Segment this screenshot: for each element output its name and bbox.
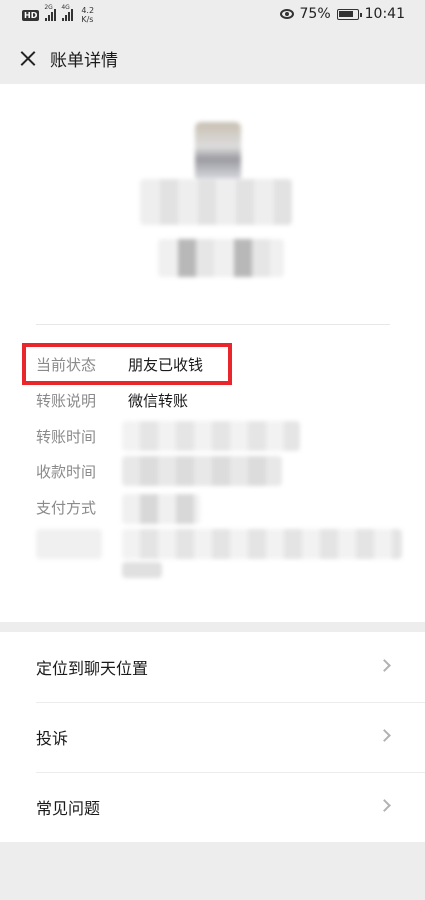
extra-label-blurred [36, 529, 102, 559]
detail-label: 收款时间 [36, 462, 97, 481]
signal-tag: 4G [61, 4, 70, 11]
divider [36, 324, 390, 325]
clock: 10:41 [364, 6, 405, 22]
status-bar: HD 2G 4G 4.2 K/s 75% 10:41 [0, 0, 425, 32]
battery-percent: 75% [299, 6, 331, 22]
transfer-time-blurred [122, 421, 300, 451]
action-label: 投诉 [36, 729, 69, 748]
detail-label: 支付方式 [36, 498, 97, 517]
signal-tag: 2G [44, 4, 53, 11]
battery-icon [336, 8, 362, 20]
close-icon[interactable] [6, 36, 50, 80]
receive-time-blurred [122, 456, 282, 486]
detail-value: 微信转账 [128, 391, 189, 410]
locate-in-chat-button[interactable]: 定位到聊天位置 [0, 632, 425, 702]
payment-method-blurred [122, 494, 200, 524]
signal-2g-icon: 2G [44, 4, 57, 21]
complaint-button[interactable]: 投诉 [0, 702, 425, 772]
transfer-summary-card: 当前状态 朋友已收钱 转账说明 微信转账 转账时间 收款时间 支付方式 [0, 84, 425, 622]
signal-4g-icon: 4G [61, 4, 74, 21]
payee-name-blurred [140, 179, 292, 225]
chevron-right-icon [378, 659, 391, 672]
actions-list: 定位到聊天位置 投诉 常见问题 [0, 632, 425, 842]
hd-badge: HD [22, 9, 40, 21]
detail-row-payment-method: 支付方式 [36, 492, 128, 522]
detail-row-note: 转账说明 微信转账 [36, 385, 188, 415]
network-speed: 4.2 K/s [81, 6, 94, 24]
nav-bar: 账单详情 [0, 32, 425, 84]
eye-comfort-icon [279, 9, 294, 19]
faq-button[interactable]: 常见问题 [0, 772, 425, 842]
network-speed-value: 4.2 [81, 6, 95, 15]
network-speed-unit: K/s [81, 15, 94, 24]
detail-row-transfer-time: 转账时间 [36, 421, 128, 451]
amount-blurred [158, 239, 284, 277]
extra-value-blurred [122, 529, 402, 559]
chevron-right-icon [378, 799, 391, 812]
detail-label: 转账时间 [36, 427, 97, 446]
page-title: 账单详情 [50, 50, 118, 71]
action-label: 常见问题 [36, 799, 101, 818]
payee-avatar-blurred [195, 122, 241, 184]
extra-value-tail-blurred [122, 562, 162, 578]
status-right-icons: 75% 10:41 [279, 6, 405, 22]
chevron-right-icon [378, 729, 391, 742]
detail-label: 转账说明 [36, 391, 97, 410]
action-label: 定位到聊天位置 [36, 659, 149, 678]
status-left-icons: HD 2G 4G 4.2 K/s [22, 4, 94, 24]
detail-row-receive-time: 收款时间 [36, 456, 128, 486]
highlight-box [22, 343, 232, 385]
